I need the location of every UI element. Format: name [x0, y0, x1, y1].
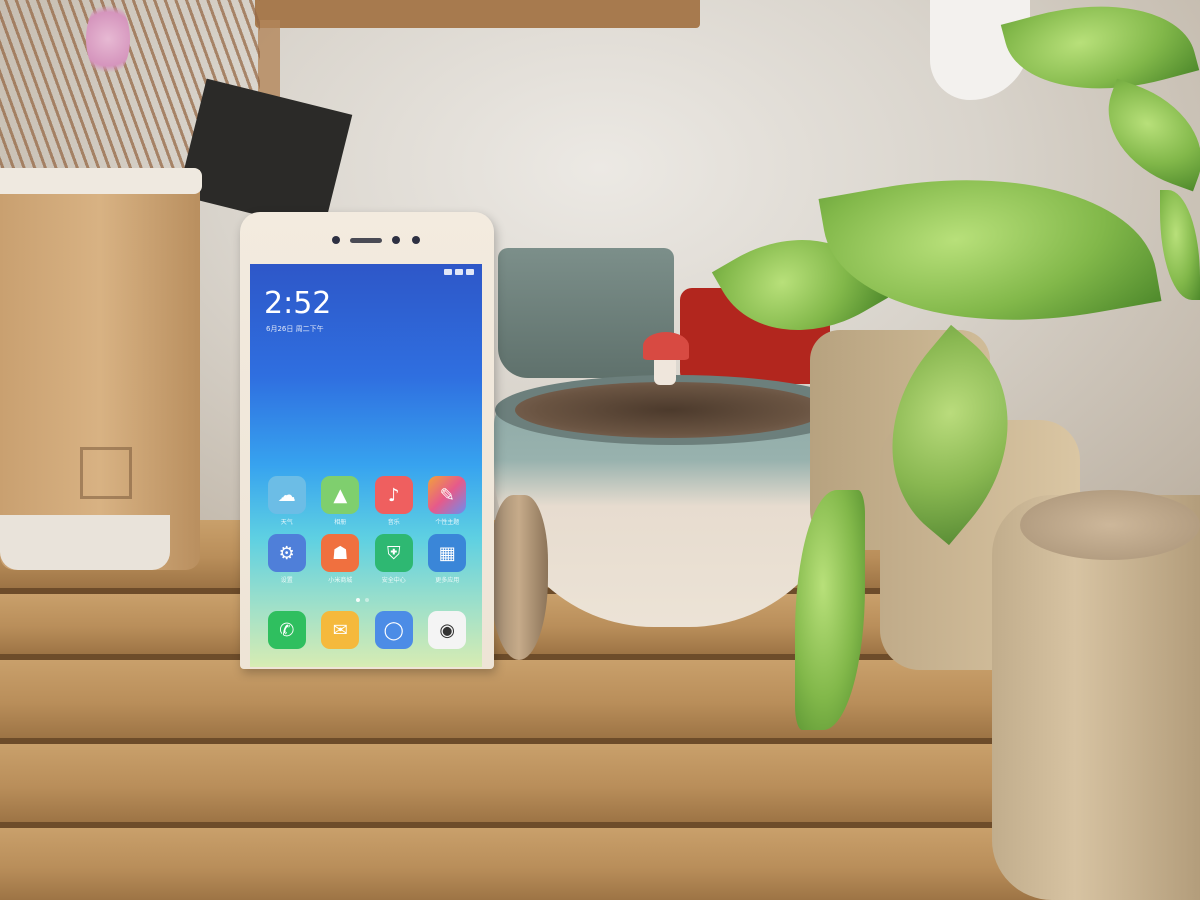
pot-pebbles [1020, 490, 1200, 560]
app-music[interactable]: ♪ 音乐 [367, 476, 421, 526]
app-label: 小米商城 [328, 577, 353, 584]
cup-rim [0, 168, 202, 194]
browser-icon: ◯ [374, 611, 413, 649]
mushroom-figurine-cap [643, 332, 689, 360]
settings-icon: ⚙ [267, 534, 306, 572]
photo-scene: 2:52 6月26日 周二下午 ☁ 天气 ▲ 相册 ♪ 音乐 ✎ 个性主题 ⚙ … [0, 0, 1200, 900]
front-camera [392, 236, 400, 244]
home-screen: 2:52 6月26日 周二下午 ☁ 天气 ▲ 相册 ♪ 音乐 ✎ 个性主题 ⚙ … [250, 264, 482, 667]
more-apps-icon: ▦ [428, 534, 467, 572]
page-indicator [356, 598, 369, 602]
stone [490, 495, 548, 660]
app-label: 天气 [280, 519, 293, 526]
app-grid: ☁ 天气 ▲ 相册 ♪ 音乐 ✎ 个性主题 ⚙ 设置 ☗ 小米商城 ⛨ 安全中心… [260, 476, 475, 584]
clock-widget: 2:52 [264, 286, 332, 321]
front-flash [412, 236, 420, 244]
gallery-icon: ▲ [321, 476, 360, 514]
music-icon: ♪ [374, 476, 413, 514]
camera-icon: ◉ [428, 611, 467, 649]
app-weather[interactable]: ☁ 天气 [260, 476, 314, 526]
page-dot [365, 598, 369, 602]
earpiece-speaker [350, 238, 382, 243]
app-label: 设置 [280, 577, 293, 584]
mi-store-icon: ☗ [321, 534, 360, 572]
front-sensor [332, 236, 340, 244]
app-security[interactable]: ⛨ 安全中心 [367, 534, 421, 584]
wifi-icon [455, 269, 463, 275]
smartphone: 2:52 6月26日 周二下午 ☁ 天气 ▲ 相册 ♪ 音乐 ✎ 个性主题 ⚙ … [240, 212, 494, 669]
app-themes[interactable]: ✎ 个性主题 [421, 476, 475, 526]
wooden-shelf [255, 0, 700, 28]
messages-icon: ✉ [321, 611, 360, 649]
app-settings[interactable]: ⚙ 设置 [260, 534, 314, 584]
cup-base [0, 515, 170, 570]
page-dot [356, 598, 360, 602]
app-more-apps[interactable]: ▦ 更多应用 [421, 534, 475, 584]
dock-phone[interactable]: ✆ [260, 611, 314, 649]
app-label: 相册 [334, 519, 347, 526]
app-label: 个性主题 [435, 519, 460, 526]
security-icon: ⛨ [374, 534, 413, 572]
date-label: 6月26日 周二下午 [266, 325, 324, 333]
weather-icon: ☁ [267, 476, 306, 514]
dock-browser[interactable]: ◯ [367, 611, 421, 649]
phone-icon: ✆ [267, 611, 306, 649]
status-bar [444, 269, 474, 275]
app-label: 安全中心 [381, 577, 406, 584]
dock-messages[interactable]: ✉ [314, 611, 368, 649]
app-label: 更多应用 [435, 577, 460, 584]
paper-cup-vase [0, 170, 200, 570]
app-dock: ✆ ✉ ◯ ◉ [260, 611, 474, 649]
themes-icon: ✎ [428, 476, 467, 514]
pot-soil [515, 382, 825, 438]
dock-camera[interactable]: ◉ [421, 611, 475, 649]
signal-icon [444, 269, 452, 275]
app-mi-store[interactable]: ☗ 小米商城 [314, 534, 368, 584]
battery-icon [466, 269, 474, 275]
app-label: 音乐 [387, 519, 400, 526]
pink-flower [86, 0, 130, 78]
app-gallery[interactable]: ▲ 相册 [314, 476, 368, 526]
cup-logo [80, 447, 132, 499]
